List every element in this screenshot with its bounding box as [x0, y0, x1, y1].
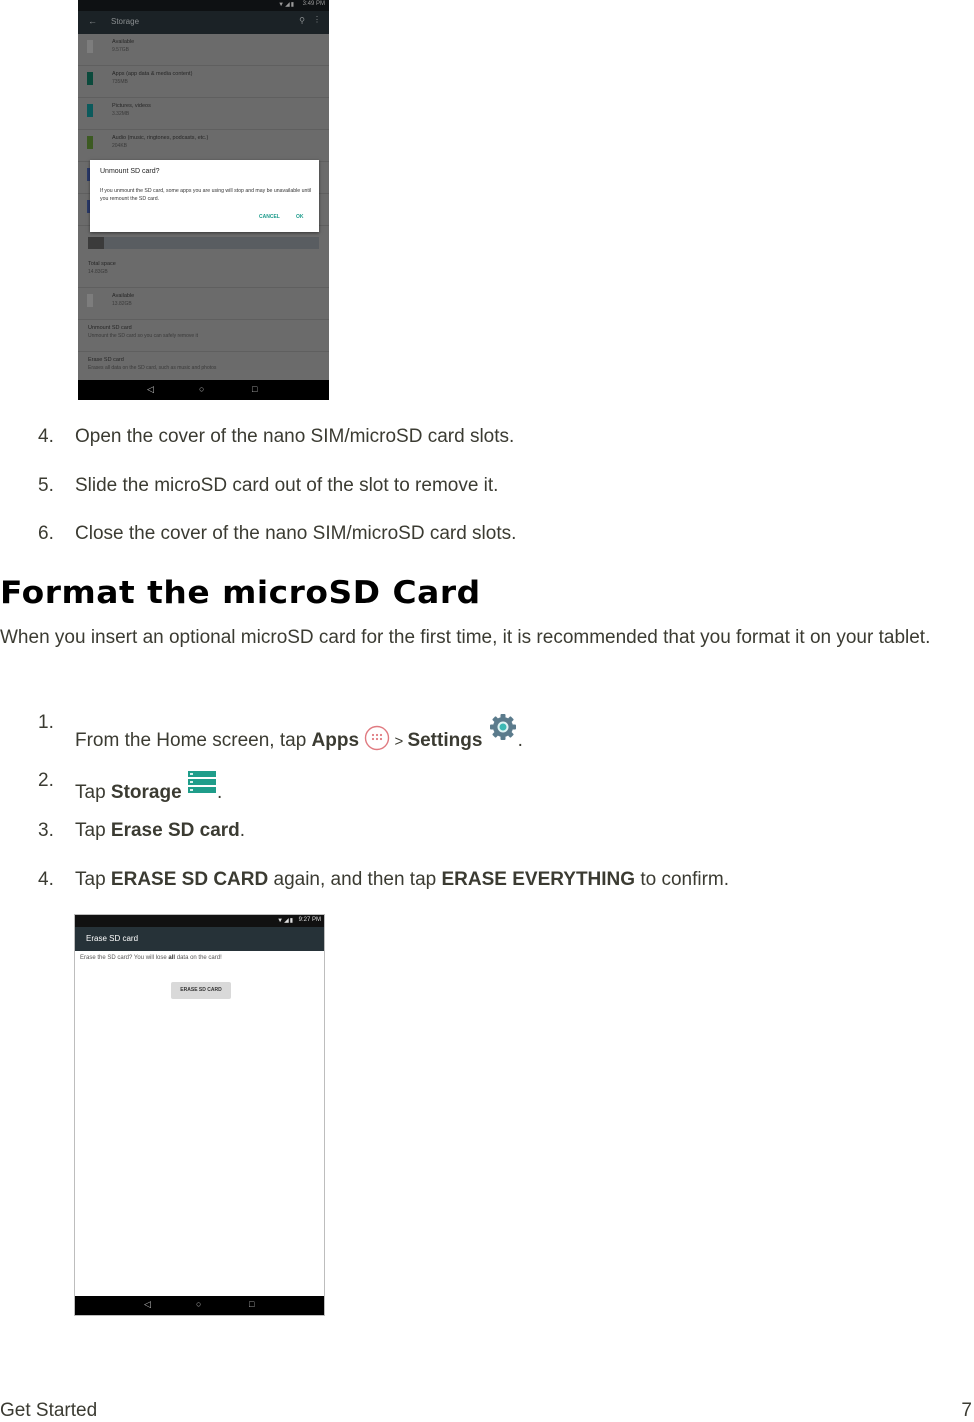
page-number: 7: [961, 1400, 972, 1421]
row-label: Available: [112, 39, 135, 45]
back-icon[interactable]: ◁: [144, 1299, 151, 1310]
step-number: 4.: [38, 426, 54, 447]
section-heading: Format the microSD Card: [0, 575, 481, 611]
sd-available-row[interactable]: Available 13.82GB: [78, 288, 329, 320]
more-options-icon[interactable]: ⋮: [313, 15, 321, 24]
erase-sd-screenshot: ▼◢▮ 9:27 PM Erase SD card Erase the SD c…: [74, 914, 325, 1316]
erase-warning: Erase the SD card? You will lose all dat…: [80, 955, 222, 961]
step-item: 5. Slide the microSD card out of the slo…: [38, 475, 938, 499]
storage-row-audio[interactable]: Audio (music, ringtones, podcasts, etc.)…: [78, 130, 329, 162]
row-label: Erase SD card: [88, 357, 124, 363]
row-desc: Erases all data on the SD card, such as …: [88, 365, 217, 371]
step-text: Open the cover of the nano SIM/microSD c…: [75, 426, 515, 447]
settings-label: Settings: [407, 730, 483, 751]
step-text: Close the cover of the nano SIM/microSD …: [75, 523, 517, 544]
section-intro: When you insert an optional microSD card…: [0, 627, 931, 648]
status-bar: ▼◢▮ 9:27 PM: [75, 915, 324, 927]
step-text: Tap Erase SD card.: [75, 820, 246, 841]
unmount-sd-row[interactable]: Unmount SD card Unmount the SD card so y…: [78, 320, 329, 352]
storage-row-apps[interactable]: Apps (app data & media content) 735MB: [78, 66, 329, 98]
home-icon[interactable]: ○: [196, 1299, 201, 1309]
erase-sd-row[interactable]: Erase SD card Erases all data on the SD …: [78, 352, 329, 383]
erase-sd-card-button[interactable]: ERASE SD CARD: [171, 982, 231, 999]
step-item: 1. From the Home screen, tap Apps > Sett…: [38, 712, 938, 751]
unmount-dialog: Unmount SD card? If you unmount the SD c…: [90, 160, 319, 232]
nav-bar: ◁ ○ □: [75, 1296, 324, 1315]
color-swatch: [87, 294, 93, 307]
step-number: 3.: [38, 820, 54, 841]
color-swatch: [87, 104, 93, 117]
step-item: 3. Tap Erase SD card.: [38, 820, 938, 844]
step-text: From the Home screen, tap Apps > Setting…: [75, 712, 523, 757]
step-item: 6. Close the cover of the nano SIM/micro…: [38, 523, 938, 547]
recents-icon[interactable]: □: [249, 1299, 254, 1309]
status-time: 3:49 PM: [302, 1, 325, 7]
search-icon[interactable]: ⚲: [299, 16, 305, 25]
recents-icon[interactable]: □: [252, 384, 257, 394]
dialog-title: Unmount SD card?: [100, 168, 160, 175]
color-swatch: [87, 40, 93, 53]
apps-icon: [364, 725, 390, 757]
row-value: 9.57GB: [112, 47, 129, 53]
row-label: Pictures, videos: [112, 103, 151, 109]
row-value: 14.83GB: [88, 269, 108, 275]
step-number: 4.: [38, 869, 54, 890]
settings-gear-icon: [488, 712, 518, 748]
toolbar-title: Storage: [111, 17, 140, 26]
step-number: 2.: [38, 770, 54, 791]
footer-section: Get Started: [0, 1400, 98, 1421]
step-item: 2. Tap Storage .: [38, 770, 938, 803]
sd-section: Total space 14.83GB Available 13.82GB Un…: [78, 256, 329, 383]
back-arrow-icon[interactable]: ←: [88, 16, 97, 26]
storage-screenshot: ▼◢▮ 3:49 PM ← Storage ⚲ ⋮ Available 9.57…: [78, 0, 329, 400]
row-value: 204KB: [112, 143, 128, 149]
status-time: 9:27 PM: [298, 917, 321, 923]
step-text: Slide the microSD card out of the slot t…: [75, 475, 499, 496]
step-item: 4. Tap ERASE SD CARD again, and then tap…: [38, 869, 938, 893]
storage-icon: [187, 770, 217, 800]
usage-fill: [88, 237, 104, 249]
status-bar: ▼◢▮ 3:49 PM: [78, 0, 329, 11]
row-value: 735MB: [112, 79, 128, 85]
status-icons: ▼◢▮: [278, 2, 295, 8]
total-space-row: Total space 14.83GB: [78, 256, 329, 288]
row-value: 3.32MB: [112, 111, 130, 117]
row-label: Available: [112, 293, 135, 299]
step-text: Tap ERASE SD CARD again, and then tap ER…: [75, 869, 730, 890]
app-toolbar: Erase SD card: [75, 927, 324, 951]
step-number: 6.: [38, 523, 54, 544]
color-swatch: [87, 72, 93, 85]
dialog-body: If you unmount the SD card, some apps yo…: [100, 188, 312, 202]
row-value: 13.82GB: [112, 301, 132, 307]
nav-bar: ◁ ○ □: [78, 380, 329, 400]
row-desc: Unmount the SD card so you can safely re…: [88, 333, 199, 339]
storage-row-available[interactable]: Available 9.57GB: [78, 34, 329, 66]
step-number: 1.: [38, 712, 54, 733]
row-label: Audio (music, ringtones, podcasts, etc.): [112, 135, 209, 141]
storage-label: Storage: [110, 782, 182, 803]
app-toolbar: ← Storage ⚲ ⋮: [78, 11, 329, 34]
apps-label: Apps: [311, 730, 360, 751]
color-swatch: [87, 136, 93, 149]
step-number: 5.: [38, 475, 54, 496]
storage-usage-bar: [88, 237, 319, 249]
step-item: 4. Open the cover of the nano SIM/microS…: [38, 426, 938, 450]
step-text: Tap Storage .: [75, 770, 222, 804]
toolbar-title: Erase SD card: [86, 934, 139, 943]
home-icon[interactable]: ○: [199, 384, 204, 394]
storage-row-pictures[interactable]: Pictures, videos 3.32MB: [78, 98, 329, 130]
status-icons: ▼◢▮: [277, 918, 294, 924]
row-label: Unmount SD card: [88, 325, 132, 331]
row-label: Total space: [88, 261, 116, 267]
back-icon[interactable]: ◁: [147, 384, 154, 395]
row-label: Apps (app data & media content): [112, 71, 193, 77]
cancel-button[interactable]: CANCEL: [259, 214, 280, 220]
ok-button[interactable]: OK: [296, 214, 304, 220]
